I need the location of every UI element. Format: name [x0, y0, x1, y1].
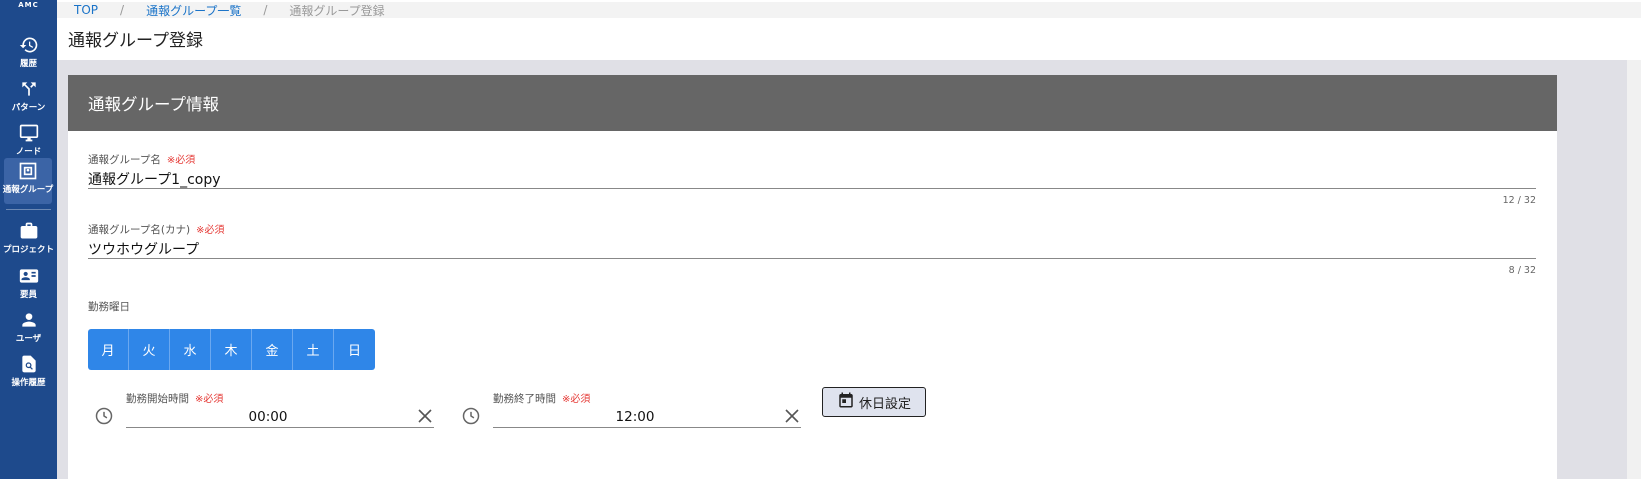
weekday-fri-button[interactable]: 金 [252, 329, 293, 370]
required-mark: ※必須 [196, 225, 225, 236]
sidebar-divider [6, 209, 51, 210]
sidebar-item-label: 通報グループ [2, 185, 54, 195]
sidebar-item-label: 要員 [19, 290, 37, 300]
contact-card-icon [18, 265, 40, 287]
end-time-label: 勤務終了時間 [493, 393, 556, 405]
breadcrumb: TOP / 通報グループ一覧 / 通報グループ登録 [57, 2, 1641, 18]
group-kana-input[interactable]: ツウホウグループ [88, 239, 1536, 259]
search-document-icon [18, 353, 40, 375]
monitor-icon [18, 122, 40, 144]
breadcrumb-top-link[interactable]: TOP [74, 3, 98, 17]
start-time-input[interactable]: 00:00 [126, 406, 434, 428]
history-icon [18, 34, 40, 56]
sidebar-item-label: 操作履歴 [11, 378, 46, 388]
sidebar-item-staff[interactable]: 要員 [0, 263, 57, 309]
group-icon [17, 160, 39, 182]
start-time-clear-icon[interactable] [416, 406, 434, 426]
group-kana-counter: 8 / 32 [1508, 265, 1536, 276]
clock-icon [94, 406, 114, 426]
pattern-icon [18, 78, 40, 100]
required-mark: ※必須 [166, 155, 196, 166]
card-title: 通報グループ情報 [68, 75, 1557, 131]
required-mark: ※必須 [195, 394, 224, 405]
breadcrumb-separator: / [120, 3, 125, 17]
breadcrumb-list-link[interactable]: 通報グループ一覧 [146, 2, 241, 19]
app-logo: AMC [18, 1, 39, 9]
clock-icon [461, 406, 481, 426]
sidebar-item-label: パターン [11, 103, 46, 113]
user-icon [18, 309, 40, 331]
weekday-wed-button[interactable]: 水 [170, 329, 211, 370]
group-name-label: 通報グループ名 [88, 154, 161, 166]
page-scrollbar[interactable] [1627, 60, 1641, 479]
weekday-mon-button[interactable]: 月 [88, 329, 129, 370]
holiday-settings-button[interactable]: 休日設定 [822, 387, 926, 417]
sidebar-item-notify-group[interactable]: 通報グループ [2, 158, 54, 204]
holiday-settings-label: 休日設定 [858, 396, 911, 412]
weekday-sat-button[interactable]: 土 [293, 329, 334, 370]
sidebar-item-operation-history[interactable]: 操作履歴 [0, 351, 57, 397]
group-name-field: 通報グループ名 ※必須 通報グループ1_copy 12 / 32 [88, 151, 1536, 206]
sidebar: AMC 履歴 パターン ノード 通報グループ プロジェクト 要員 ユーザ 操作履… [0, 0, 57, 479]
end-time-field: 勤務終了時間 ※必須 12:00 [461, 390, 806, 430]
header: TOP / 通報グループ一覧 / 通報グループ登録 通報グループ登録 [57, 0, 1641, 60]
start-time-label: 勤務開始時間 [126, 393, 189, 405]
required-mark: ※必須 [562, 394, 591, 405]
group-kana-label: 通報グループ名(カナ) [88, 224, 191, 236]
sidebar-item-label: 履歴 [19, 59, 37, 69]
group-kana-field: 通報グループ名(カナ) ※必須 ツウホウグループ 8 / 32 [88, 221, 1536, 276]
sidebar-item-label: ノード [15, 147, 42, 157]
sidebar-item-label: プロジェクト [2, 245, 54, 255]
weekday-sun-button[interactable]: 日 [334, 329, 375, 370]
breadcrumb-separator: / [263, 3, 268, 17]
breadcrumb-current: 通報グループ登録 [289, 3, 385, 18]
start-time-field: 勤務開始時間 ※必須 00:00 [94, 390, 439, 430]
weekday-label: 勤務曜日 [88, 301, 130, 313]
sidebar-item-project[interactable]: プロジェクト [0, 218, 57, 264]
sidebar-item-history[interactable]: 履歴 [0, 32, 57, 78]
briefcase-icon [18, 220, 40, 242]
sidebar-item-label: ユーザ [15, 334, 42, 344]
end-time-input[interactable]: 12:00 [493, 406, 801, 428]
group-name-counter: 12 / 32 [1502, 195, 1536, 206]
weekday-tue-button[interactable]: 火 [129, 329, 170, 370]
weekday-toggle-group: 月 火 水 木 金 土 日 [88, 329, 375, 370]
weekday-thu-button[interactable]: 木 [211, 329, 252, 370]
calendar-icon [837, 391, 855, 413]
sidebar-item-pattern[interactable]: パターン [0, 76, 57, 122]
group-name-input[interactable]: 通報グループ1_copy [88, 169, 1536, 189]
group-info-card: 通報グループ情報 通報グループ名 ※必須 通報グループ1_copy 12 / 32… [68, 75, 1557, 479]
sidebar-item-user[interactable]: ユーザ [0, 307, 57, 353]
page-title: 通報グループ登録 [68, 31, 203, 51]
end-time-clear-icon[interactable] [783, 406, 801, 426]
